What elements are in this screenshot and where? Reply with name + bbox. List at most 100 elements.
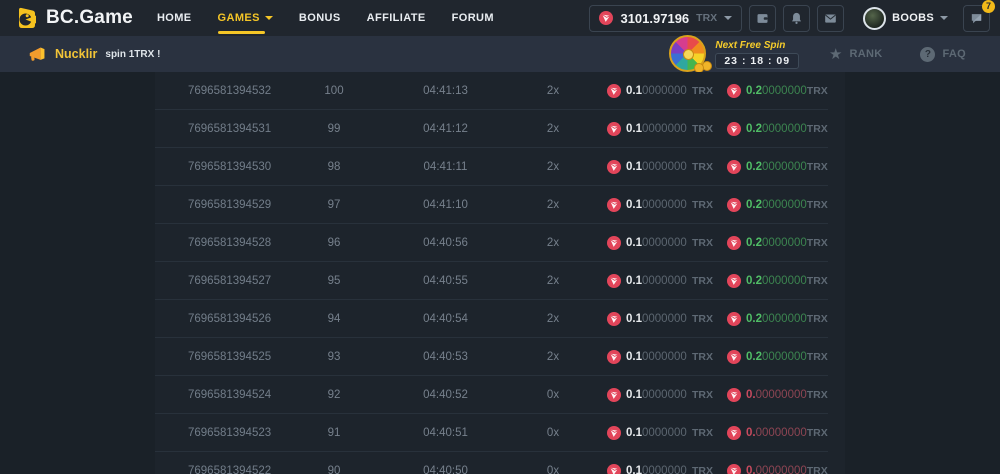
bet-time: 04:40:54 <box>363 313 528 325</box>
trx-coin-icon <box>607 160 621 174</box>
balance-currency: TRX <box>696 12 717 24</box>
round-number: 90 <box>305 465 363 474</box>
logo[interactable]: BC.Game <box>14 6 133 30</box>
wallet-button[interactable] <box>749 5 776 32</box>
free-spin-timer: 23 : 18 : 09 <box>715 53 799 69</box>
payout-amount: 0.20000000 TRX <box>727 312 823 326</box>
top-header: BC.Game HOME GAMES BONUS AFFILIATE FORUM… <box>0 0 1000 36</box>
payout-amount: 0.20000000 TRX <box>727 160 823 174</box>
multiplier: 2x <box>528 275 578 287</box>
bet-time: 04:40:56 <box>363 237 528 249</box>
trx-coin-icon <box>607 388 621 402</box>
payout-currency: TRX <box>807 465 828 474</box>
trx-coin-icon <box>727 312 741 326</box>
bet-currency: TRX <box>692 351 713 363</box>
trx-coin-icon <box>727 198 741 212</box>
bet-id: 7696581394527 <box>155 275 305 287</box>
round-number: 96 <box>305 237 363 249</box>
bet-time: 04:40:53 <box>363 351 528 363</box>
bet-time: 04:40:52 <box>363 389 528 401</box>
payout-amount: 0.00000000 TRX <box>727 388 823 402</box>
payout-currency: TRX <box>807 351 828 363</box>
bet-amount: 0.10000000 TRX <box>607 84 713 98</box>
bet-currency: TRX <box>692 389 713 401</box>
logo-text: BC.Game <box>46 7 133 29</box>
table-row[interactable]: 7696581394531 99 04:41:12 2x 0.10000000 … <box>155 110 828 148</box>
free-spin-info[interactable]: Next Free Spin 23 : 18 : 09 <box>715 40 799 69</box>
bet-currency: TRX <box>692 161 713 173</box>
table-row[interactable]: 7696581394524 92 04:40:52 0x 0.10000000 … <box>155 376 828 414</box>
bet-id: 7696581394532 <box>155 85 305 97</box>
table-row[interactable]: 7696581394532 100 04:41:13 2x 0.10000000… <box>155 72 828 110</box>
bet-id: 7696581394530 <box>155 161 305 173</box>
faq-link[interactable]: ? FAQ <box>920 47 966 62</box>
notifications-button[interactable] <box>783 5 810 32</box>
balance-selector[interactable]: 3101.97196 TRX <box>589 5 742 32</box>
payout-amount: 0.20000000 TRX <box>727 198 823 212</box>
table-row[interactable]: 7696581394530 98 04:41:11 2x 0.10000000 … <box>155 148 828 186</box>
payout-value: 0.00000000 <box>746 465 807 474</box>
chat-button[interactable]: 7 <box>963 5 990 32</box>
nav-home[interactable]: HOME <box>157 0 192 36</box>
table-row[interactable]: 7696581394528 96 04:40:56 2x 0.10000000 … <box>155 224 828 262</box>
table-row[interactable]: 7696581394529 97 04:41:10 2x 0.10000000 … <box>155 186 828 224</box>
bet-currency: TRX <box>692 237 713 249</box>
payout-currency: TRX <box>807 427 828 439</box>
payout-value: 0.20000000 <box>746 85 807 97</box>
nav-games[interactable]: GAMES <box>218 0 273 36</box>
payout-value: 0.20000000 <box>746 161 807 173</box>
trx-coin-icon <box>727 84 741 98</box>
nav-forum[interactable]: FORUM <box>452 0 494 36</box>
trx-coin-icon <box>727 274 741 288</box>
round-number: 91 <box>305 427 363 439</box>
trx-coin-icon <box>727 464 741 474</box>
payout-currency: TRX <box>807 85 828 97</box>
payout-value: 0.20000000 <box>746 351 807 363</box>
free-spin-wheel[interactable] <box>667 36 713 72</box>
bet-time: 04:40:51 <box>363 427 528 439</box>
trx-coin-icon <box>607 274 621 288</box>
payout-currency: TRX <box>807 237 828 249</box>
bet-amount: 0.10000000 TRX <box>607 160 713 174</box>
trx-coin-icon <box>607 312 621 326</box>
bet-time: 04:40:55 <box>363 275 528 287</box>
table-row[interactable]: 7696581394522 90 04:40:50 0x 0.10000000 … <box>155 452 828 474</box>
trx-coin-icon <box>727 236 741 250</box>
announcement[interactable]: Nucklir spin 1TRX ! <box>28 46 160 63</box>
bet-amount: 0.10000000 TRX <box>607 274 713 288</box>
balance-amount: 3101.97196 <box>620 11 689 26</box>
avatar <box>863 7 886 30</box>
header-actions: 3101.97196 TRX <box>589 5 1000 32</box>
trx-coin-icon <box>727 160 741 174</box>
table-row[interactable]: 7696581394523 91 04:40:51 0x 0.10000000 … <box>155 414 828 452</box>
rank-link[interactable]: ★ RANK <box>829 47 882 62</box>
bet-currency: TRX <box>692 313 713 325</box>
nav-affiliate[interactable]: AFFILIATE <box>367 0 426 36</box>
bet-amount: 0.10000000 TRX <box>607 464 713 474</box>
nav-bonus[interactable]: BONUS <box>299 0 341 36</box>
chevron-down-icon <box>265 16 273 20</box>
bet-currency: TRX <box>692 199 713 211</box>
trx-coin-icon <box>727 122 741 136</box>
announcement-bar: Nucklir spin 1TRX ! Next Free Spin 23 : … <box>0 36 1000 72</box>
bet-id: 7696581394525 <box>155 351 305 363</box>
payout-amount: 0.00000000 TRX <box>727 464 823 474</box>
bet-value: 0.10000000 <box>626 85 687 97</box>
table-row[interactable]: 7696581394527 95 04:40:55 2x 0.10000000 … <box>155 262 828 300</box>
multiplier: 2x <box>528 85 578 97</box>
table-row[interactable]: 7696581394526 94 04:40:54 2x 0.10000000 … <box>155 300 828 338</box>
announcement-game-link[interactable]: Nucklir <box>55 47 97 61</box>
round-number: 98 <box>305 161 363 173</box>
faq-label: FAQ <box>942 48 966 60</box>
multiplier: 0x <box>528 389 578 401</box>
free-spin-label: Next Free Spin <box>715 40 785 51</box>
bet-amount: 0.10000000 TRX <box>607 198 713 212</box>
bet-id: 7696581394523 <box>155 427 305 439</box>
table-row[interactable]: 7696581394525 93 04:40:53 2x 0.10000000 … <box>155 338 828 376</box>
bet-history-table: 7696581394532 100 04:41:13 2x 0.10000000… <box>155 72 828 474</box>
bet-time: 04:41:12 <box>363 123 528 135</box>
bet-time: 04:41:10 <box>363 199 528 211</box>
user-menu[interactable]: BOOBS <box>863 7 948 30</box>
round-number: 97 <box>305 199 363 211</box>
messages-button[interactable] <box>817 5 844 32</box>
